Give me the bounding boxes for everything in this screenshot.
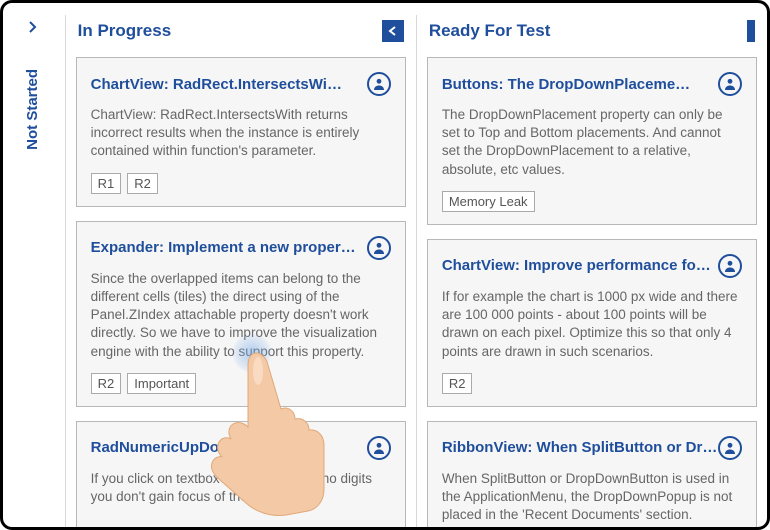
column-ready-for-test: Ready For Test Buttons: The DropDownPlac… [416, 15, 767, 527]
column-header: Ready For Test [427, 15, 757, 57]
tag[interactable]: R2 [127, 173, 158, 194]
assignee-avatar[interactable] [367, 236, 391, 260]
column-title: In Progress [78, 21, 172, 41]
card[interactable]: RibbonView: When SplitButton or Dr… When… [427, 421, 757, 527]
card[interactable]: ChartView: Improve performance fo… If fo… [427, 239, 757, 407]
assignee-avatar[interactable] [718, 254, 742, 278]
column-in-progress: In Progress ChartView: RadRect.Intersect… [65, 15, 416, 527]
card-title: RadNumericUpDown: … [91, 439, 264, 456]
card[interactable]: ChartView: RadRect.IntersectsWi… ChartVi… [76, 57, 406, 207]
tag[interactable]: R1 [91, 173, 122, 194]
card[interactable]: RadNumericUpDown: … If you click on text… [76, 421, 406, 527]
tag-list: R2 Important [91, 373, 391, 394]
card-header: ChartView: RadRect.IntersectsWi… [91, 72, 391, 96]
tag[interactable]: Important [127, 373, 196, 394]
assignee-avatar[interactable] [367, 436, 391, 460]
board-layout: Not Started In Progress ChartView: RadRe… [3, 3, 767, 527]
column-title: Ready For Test [429, 21, 551, 41]
kanban-board: Not Started In Progress ChartView: RadRe… [0, 0, 770, 530]
collapsed-column-label: Not Started [24, 69, 41, 150]
tag-list: R2 [442, 373, 742, 394]
card[interactable]: Buttons: The DropDownPlaceme… The DropDo… [427, 57, 757, 225]
card-header: RadNumericUpDown: … [91, 436, 391, 460]
tag-list: Memory Leak [442, 191, 742, 212]
card-header: RibbonView: When SplitButton or Dr… [442, 436, 742, 460]
card-header: Expander: Implement a new proper… [91, 236, 391, 260]
column-header: In Progress [76, 15, 406, 57]
chevron-right-icon [27, 21, 39, 33]
chevron-left-icon [388, 26, 398, 36]
card-title: RibbonView: When SplitButton or Dr… [442, 439, 718, 456]
person-icon [723, 259, 737, 273]
card-title: ChartView: RadRect.IntersectsWi… [91, 76, 342, 93]
collapse-column-button[interactable] [747, 20, 755, 42]
person-icon [372, 77, 386, 91]
tag[interactable]: R2 [91, 373, 122, 394]
card-body: Since the overlapped items can belong to… [91, 270, 391, 361]
card-body: ChartView: RadRect.IntersectsWith return… [91, 106, 391, 161]
card-title: Buttons: The DropDownPlaceme… [442, 76, 690, 93]
assignee-avatar[interactable] [718, 436, 742, 460]
card-list: ChartView: RadRect.IntersectsWi… ChartVi… [76, 57, 406, 527]
collapse-column-button[interactable] [382, 20, 404, 42]
person-icon [723, 77, 737, 91]
person-icon [723, 441, 737, 455]
card-title: Expander: Implement a new proper… [91, 239, 356, 256]
assignee-avatar[interactable] [367, 72, 391, 96]
column-collapsed-not-started[interactable]: Not Started [11, 15, 55, 527]
tag[interactable]: Memory Leak [442, 191, 535, 212]
card[interactable]: Expander: Implement a new proper… Since … [76, 221, 406, 407]
card-body: When SplitButton or DropDownButton is us… [442, 470, 742, 525]
person-icon [372, 441, 386, 455]
assignee-avatar[interactable] [718, 72, 742, 96]
card-list: Buttons: The DropDownPlaceme… The DropDo… [427, 57, 757, 527]
card-header: ChartView: Improve performance fo… [442, 254, 742, 278]
card-body: If for example the chart is 1000 px wide… [442, 288, 742, 361]
tag[interactable]: R2 [442, 373, 473, 394]
expand-column-button[interactable] [21, 15, 45, 39]
person-icon [372, 241, 386, 255]
card-header: Buttons: The DropDownPlaceme… [442, 72, 742, 96]
card-title: ChartView: Improve performance fo… [442, 257, 711, 274]
tag-list: R1 R2 [91, 173, 391, 194]
card-body: If you click on textbox where there are … [91, 470, 391, 506]
card-body: The DropDownPlacement property can only … [442, 106, 742, 179]
